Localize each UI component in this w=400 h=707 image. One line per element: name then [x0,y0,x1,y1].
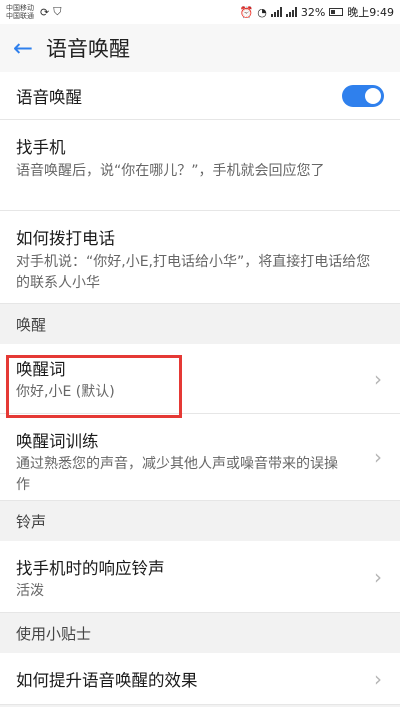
tips-improve-title: 如何提升语音唤醒的效果 [16,670,198,690]
toggle-knob [365,87,381,104]
sync-icon: ⟳ [40,5,50,19]
call-title: 如何拨打电话 [16,229,115,248]
section-header-tips: 使用小贴士 [0,613,400,653]
battery-percent: 32% [300,5,326,19]
call-row[interactable]: 如何拨打电话 对手机说：“你好,小E,打电话给小华”，将直接打电话给您的联系人小… [0,211,400,304]
wake-word-row[interactable]: 唤醒词 你好,小E (默认) › [0,344,400,414]
voice-wake-toggle[interactable] [342,84,384,107]
find-ringtone-title: 找手机时的响应铃声 [16,559,165,578]
wake-training-row[interactable]: 唤醒词训练 通过熟悉您的声音，减少其他人声或噪音带来的误操作 › [0,414,400,501]
settings-list: 语音唤醒 找手机 语音唤醒后，说“你在哪儿？”，手机就会回应您了 如何拨打电话 … [0,72,400,705]
wake-word-subtitle: 你好,小E (默认) [16,384,115,400]
app-bar: ← 语音唤醒 [0,24,400,72]
carrier-1: 中国移动 [6,4,34,12]
find-ringtone-row[interactable]: 找手机时的响应铃声 活泼 › [0,541,400,613]
carrier-2: 中国联通 [6,12,34,20]
alarm-icon: ⏰ [239,5,254,19]
status-left-icons: ⟳ ⛉ [40,5,61,19]
chevron-right-icon: › [374,445,382,469]
voice-wake-title: 语音唤醒 [16,87,82,107]
chevron-right-icon: › [374,366,382,391]
page-title: 语音唤醒 [46,37,130,61]
find-phone-title: 找手机 [16,138,66,157]
signal-icon-1 [270,7,282,17]
call-subtitle: 对手机说：“你好,小E,打电话给小华”，将直接打电话给您的联系人小华 [16,254,371,291]
tips-improve-row[interactable]: 如何提升语音唤醒的效果 › [0,653,400,705]
find-ringtone-subtitle: 活泼 [16,583,44,599]
status-right: ⏰ ◔ 32% 晚上9:49 [240,4,394,20]
find-phone-row[interactable]: 找手机 语音唤醒后，说“你在哪儿？”，手机就会回应您了 [0,120,400,211]
back-arrow-icon[interactable]: ← [0,24,46,72]
carrier-info: 中国移动 中国联通 [6,4,34,20]
chevron-right-icon: › [374,564,382,589]
section-header-wake: 唤醒 [0,304,400,344]
wifi-icon: ◔ [257,5,267,19]
clock: 晚上9:49 [347,6,394,19]
voice-wake-row[interactable]: 语音唤醒 [0,72,400,120]
wake-training-title: 唤醒词训练 [16,432,99,451]
signal-icon-2 [285,7,297,17]
find-phone-subtitle: 语音唤醒后，说“你在哪儿？”，手机就会回应您了 [16,163,325,179]
battery-icon [329,8,344,16]
shield-icon: ⛉ [53,5,62,18]
section-header-ringtone: 铃声 [0,501,400,541]
chevron-right-icon: › [374,666,382,691]
wake-word-title: 唤醒词 [16,360,66,379]
status-bar: 中国移动 中国联通 ⟳ ⛉ ⏰ ◔ 32% 晚上9:49 [0,0,400,24]
wake-training-subtitle: 通过熟悉您的声音，减少其他人声或噪音带来的误操作 [16,456,338,493]
